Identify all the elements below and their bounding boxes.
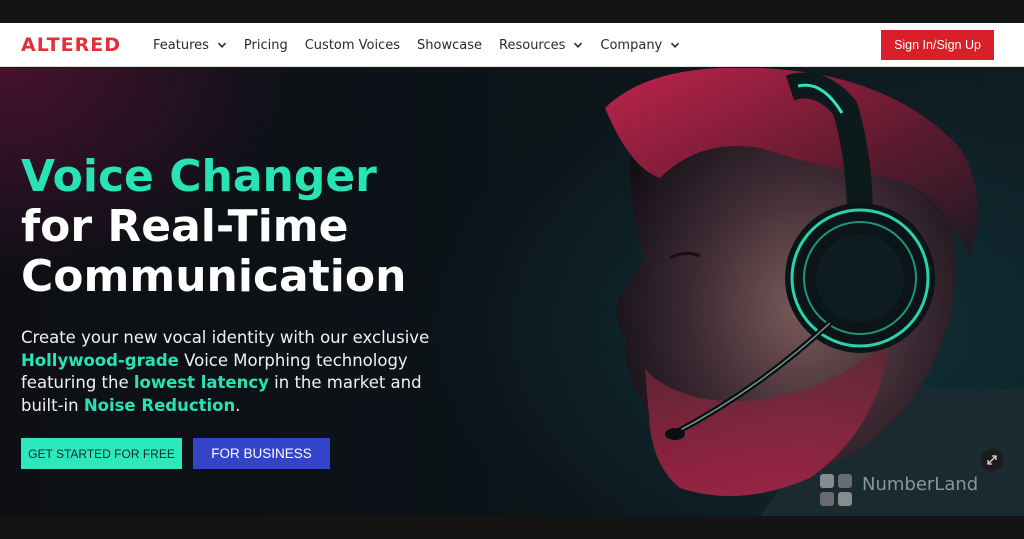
nav-item-label: Showcase (417, 37, 483, 53)
hero-title-line: for Real-Time (21, 201, 349, 252)
top-navbar: ALTERED Features Pricing Custom Voices S… (0, 23, 1024, 67)
nav-item-pricing[interactable]: Pricing (244, 38, 288, 53)
nav-item-label: Company (600, 37, 663, 53)
watermark: NumberLand (818, 472, 998, 514)
nav-item-label: Resources (499, 37, 566, 53)
bottom-letterbox (0, 516, 1024, 539)
desc-highlight: Hollywood-grade (21, 350, 179, 370)
hero-title-line: Voice Changer (21, 151, 377, 202)
main-nav: Features Pricing Custom Voices Showcase … (153, 23, 697, 67)
nav-item-label: Pricing (243, 37, 288, 53)
desc-text: . (235, 395, 241, 415)
desc-highlight: Noise Reduction (83, 395, 236, 415)
hero-title: Voice Changer for Real-Time Communicatio… (21, 152, 406, 302)
chevron-down-icon (573, 40, 583, 50)
nav-item-company[interactable]: Company (600, 38, 680, 53)
desc-highlight: lowest latency (133, 373, 269, 392)
expand-icon[interactable] (981, 449, 1003, 471)
nav-item-custom-voices[interactable]: Custom Voices (305, 38, 400, 53)
top-letterbox (0, 0, 1024, 23)
sign-in-button[interactable]: Sign In/Sign Up (881, 30, 994, 60)
chevron-down-icon (217, 40, 227, 50)
for-business-button[interactable]: FOR BUSINESS (193, 438, 330, 469)
watermark-logo-icon (820, 474, 852, 506)
chevron-down-icon (670, 40, 680, 50)
get-started-button[interactable]: GET STARTED FOR FREE (21, 438, 182, 469)
hero-description: Create your new vocal identity with our … (21, 327, 441, 417)
nav-item-label: Features (153, 37, 209, 53)
nav-item-features[interactable]: Features (153, 38, 227, 53)
hero-image (605, 68, 1024, 516)
altered-logo[interactable]: ALTERED (21, 34, 121, 56)
nav-item-showcase[interactable]: Showcase (417, 38, 482, 53)
desc-text: Create your new vocal identity with our … (21, 328, 430, 347)
hero-section: Voice Changer for Real-Time Communicatio… (0, 68, 1024, 516)
nav-item-resources[interactable]: Resources (499, 38, 583, 53)
watermark-text: NumberLand (862, 474, 979, 495)
hero-title-line: Communication (21, 251, 407, 302)
nav-item-label: Custom Voices (304, 37, 401, 53)
